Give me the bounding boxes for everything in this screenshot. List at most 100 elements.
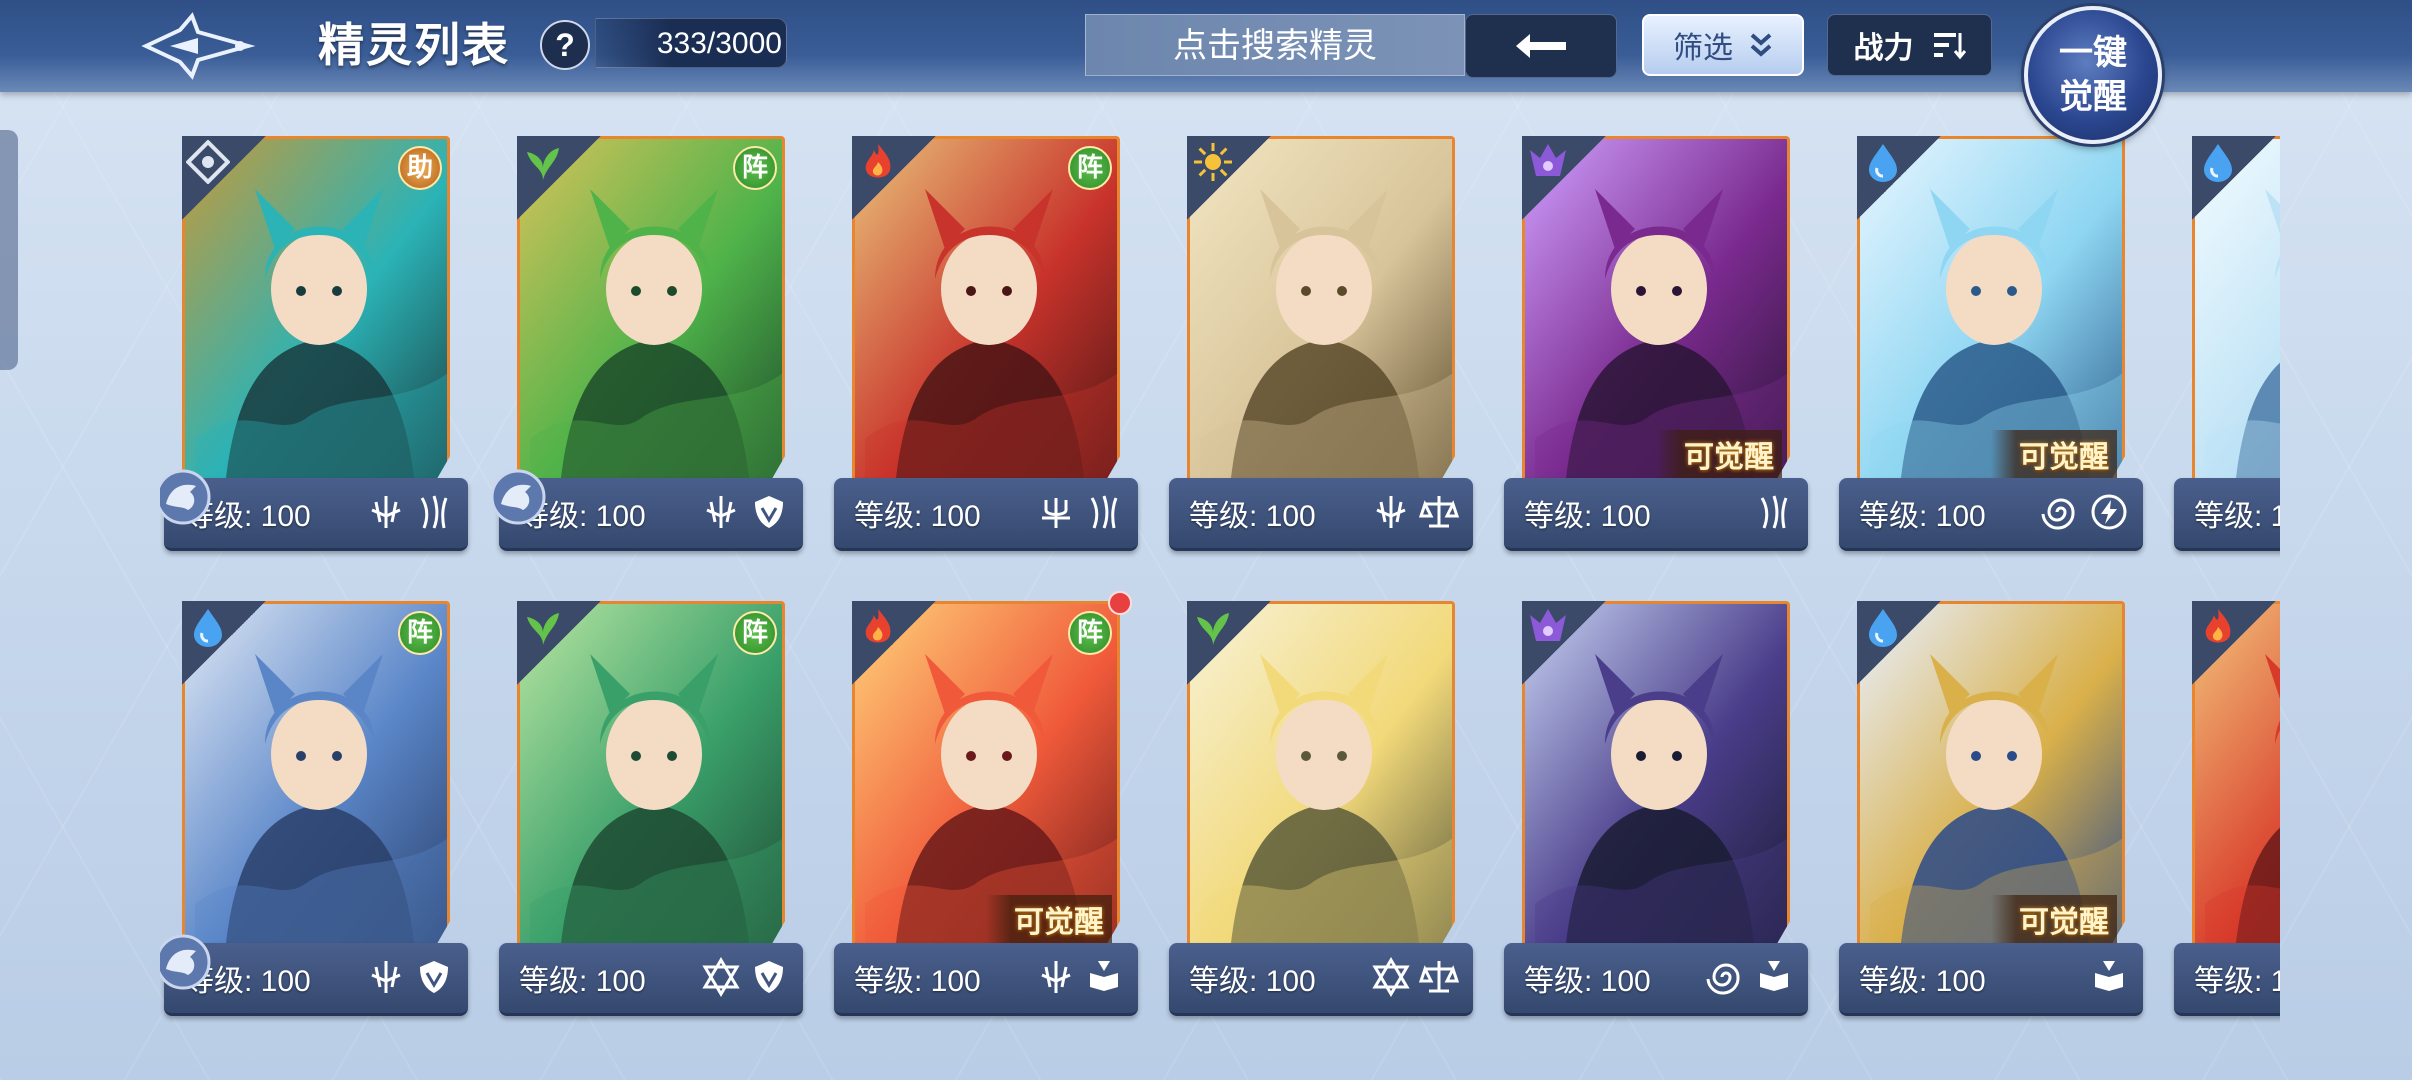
role-badge: 阵	[1068, 611, 1112, 655]
back-button[interactable]	[140, 10, 260, 82]
pet-card[interactable]: 可觉醒 等级: 100	[1500, 130, 1812, 560]
pet-card[interactable]: 等级: 100	[1500, 595, 1812, 1025]
book-skill-icon	[1760, 961, 1788, 991]
skill-icons	[701, 957, 789, 997]
dark-element-icon	[1530, 144, 1566, 176]
level-bar: 等级: 100	[499, 943, 803, 1016]
pet-level: 等级: 100	[1524, 965, 1651, 998]
awakenable-label: 可觉醒	[986, 895, 1112, 943]
grass-element-icon	[527, 148, 559, 180]
pet-card[interactable]: 可觉醒 等级: 100	[1835, 130, 2147, 560]
swirl-skill-icon	[2041, 498, 2075, 530]
swirl-skill-icon	[1706, 963, 1740, 995]
filter-button[interactable]: 筛选	[1642, 14, 1804, 76]
notification-dot	[1108, 591, 1132, 615]
skill-icons	[701, 492, 789, 532]
claw-skill-icon	[371, 496, 401, 528]
water-element-icon	[2204, 144, 2232, 182]
sort-icon	[1933, 33, 1966, 60]
mech-element-icon	[186, 140, 230, 184]
back-emblem-icon	[141, 12, 256, 80]
level-bar: 等级: 100	[1169, 943, 1473, 1016]
pet-card[interactable]: 等级: 100	[1165, 130, 1477, 560]
shield-skill-icon	[420, 961, 448, 993]
skill-icons	[366, 492, 454, 532]
page-title: 精灵列表	[318, 19, 510, 71]
pet-card[interactable]: 阵等级: 100	[490, 130, 807, 560]
pet-card[interactable]: 等级: 100	[2170, 130, 2280, 560]
level-bar: 等级: 100	[2174, 478, 2280, 551]
role-badge: 阵	[733, 611, 777, 655]
fire-element-icon	[865, 609, 891, 643]
skill-icons	[1754, 492, 1794, 532]
light-element-icon	[1194, 143, 1232, 181]
fire-element-icon	[865, 144, 891, 178]
double-chevron-down-icon	[1750, 33, 1772, 57]
level-bar: 等级: 100	[1839, 478, 2143, 551]
help-button[interactable]: ?	[540, 20, 590, 70]
role-badge: 阵	[398, 611, 442, 655]
claw-skill-icon	[371, 961, 401, 993]
star-skill-icon	[702, 957, 740, 997]
pet-level: 等级: 100	[2194, 500, 2280, 533]
fire-element-icon	[2205, 609, 2231, 643]
pet-card[interactable]: 等级: 100	[1165, 595, 1477, 1025]
one-click-awaken-button[interactable]: 一键 觉醒	[2024, 6, 2162, 144]
grass-element-icon	[1197, 613, 1229, 645]
pet-card[interactable]: 阵等级: 100	[495, 595, 807, 1025]
shield-skill-icon	[755, 496, 783, 528]
pet-level: 等级: 100	[1524, 500, 1651, 533]
awaken-line1: 一键	[2059, 33, 2127, 73]
awakenable-label: 可觉醒	[1991, 430, 2117, 478]
shield-skill-icon	[755, 961, 783, 993]
pet-card[interactable]: 阵等级: 100	[830, 130, 1142, 560]
level-bar: 等级: 100	[2174, 943, 2280, 1016]
dragon-emblem-icon	[160, 469, 211, 525]
pet-card[interactable]: 等级: 100	[2170, 595, 2280, 1025]
level-bar: 等级: 100	[834, 943, 1138, 1016]
star-skill-icon	[1372, 957, 1410, 997]
pet-level: 等级: 100	[1859, 500, 1986, 533]
level-bar: 等级: 100	[1504, 943, 1808, 1016]
scale-skill-icon	[1419, 496, 1459, 528]
role-badge: 阵	[1068, 146, 1112, 190]
dark-element-icon	[1530, 609, 1566, 641]
claw2-skill-icon	[1760, 495, 1788, 529]
skill-icons	[366, 957, 454, 997]
claw2-skill-icon	[1090, 495, 1118, 529]
level-bar: 等级: 100	[834, 478, 1138, 551]
filter-label: 筛选	[1673, 32, 1733, 65]
grass-element-icon	[527, 613, 559, 645]
water-element-icon	[1869, 144, 1897, 182]
pet-level: 等级: 100	[1189, 500, 1316, 533]
trident-skill-icon	[1042, 498, 1070, 528]
clear-search-button[interactable]	[1465, 14, 1617, 78]
pet-card[interactable]: 可觉醒 等级: 100	[1835, 595, 2147, 1025]
dragon-emblem-icon	[490, 469, 546, 525]
sort-button[interactable]: 战力	[1827, 14, 1992, 76]
pet-level: 等级: 100	[854, 965, 981, 998]
claw2-skill-icon	[420, 495, 448, 529]
skill-icons	[1371, 957, 1459, 997]
water-element-icon	[1869, 609, 1897, 647]
level-bar: 等级: 100	[1504, 478, 1808, 551]
skill-icons	[1706, 957, 1794, 997]
pet-count: 333/3000	[595, 18, 787, 68]
pet-card[interactable]: 阵可觉醒 等级: 100	[830, 591, 1142, 1025]
sort-label: 战力	[1853, 32, 1914, 65]
pet-level: 等级: 100	[1189, 965, 1316, 998]
claw-skill-icon	[1376, 496, 1406, 528]
search-input[interactable]: 点击搜索精灵	[1085, 14, 1465, 76]
skill-icons	[2089, 957, 2129, 997]
pet-card[interactable]: 阵等级: 100	[160, 595, 472, 1025]
pet-level: 等级: 100	[1859, 965, 1986, 998]
awaken-line2: 觉醒	[2059, 77, 2127, 117]
skill-icons	[2041, 492, 2129, 532]
book-skill-icon	[2095, 961, 2123, 991]
level-bar: 等级: 100	[1169, 478, 1473, 551]
awakenable-label: 可觉醒	[1991, 895, 2117, 943]
scale-skill-icon	[1419, 961, 1459, 993]
side-drawer-tab[interactable]	[0, 130, 18, 370]
pet-card[interactable]: 助等级: 100	[160, 130, 472, 560]
pet-level: 等级: 100	[854, 500, 981, 533]
